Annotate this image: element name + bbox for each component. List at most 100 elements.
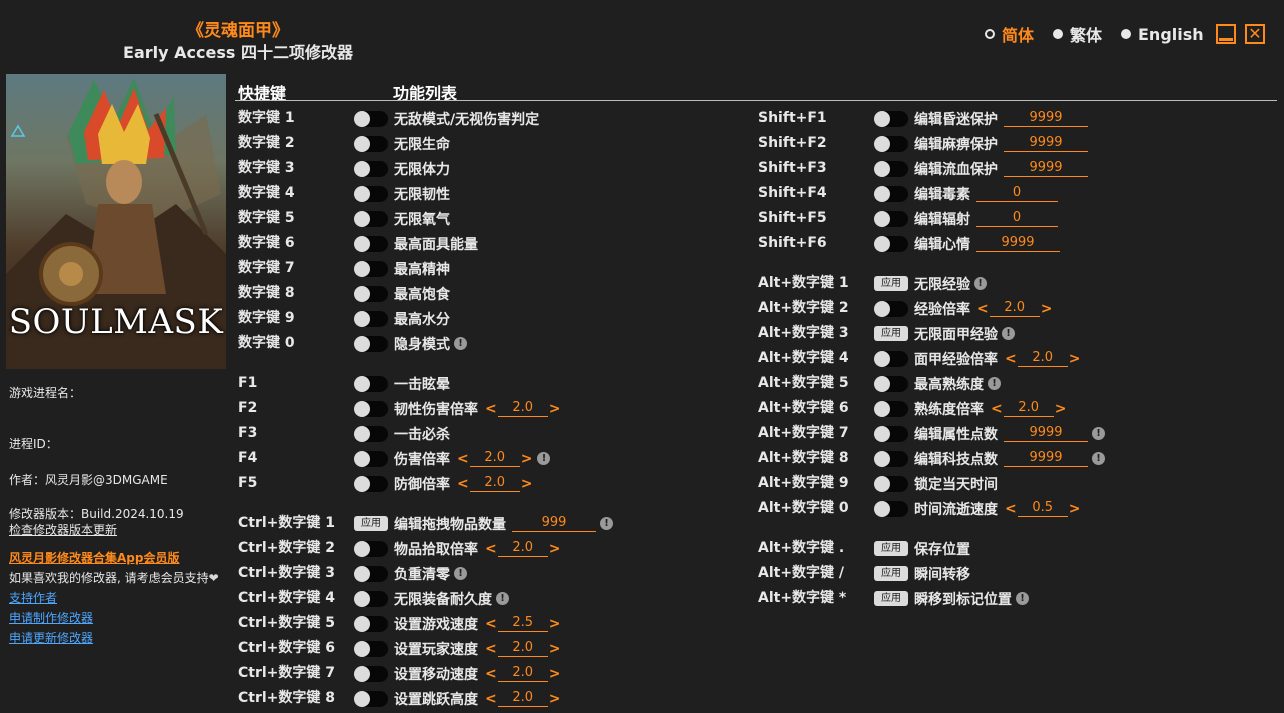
apply-button[interactable]: 应用 [874,326,908,341]
toggle-switch[interactable] [354,135,388,152]
increase-arrow-icon[interactable]: > [1068,351,1082,367]
toggle-switch[interactable] [354,375,388,392]
stepper-value[interactable]: 0.5 [1017,500,1068,517]
info-icon[interactable]: ! [454,337,467,350]
toggle-switch[interactable] [354,475,388,492]
apply-button[interactable]: 应用 [874,541,908,556]
value-input[interactable]: 999 [512,515,596,532]
value-input[interactable]: 0 [976,210,1058,227]
info-icon[interactable]: ! [600,517,613,530]
apply-button[interactable]: 应用 [874,276,908,291]
toggle-switch[interactable] [354,185,388,202]
toggle-switch[interactable] [354,640,388,657]
value-stepper[interactable]: <2.0 > [456,450,533,467]
decrease-arrow-icon[interactable]: < [990,401,1004,417]
toggle-switch[interactable] [354,590,388,607]
value-input[interactable]: 9999 [1004,425,1088,442]
minimize-icon[interactable] [1216,24,1236,44]
value-stepper[interactable]: <2.0 > [484,690,561,707]
increase-arrow-icon[interactable]: > [548,666,562,682]
info-icon[interactable]: ! [496,592,509,605]
info-icon[interactable]: ! [1016,592,1029,605]
stepper-value[interactable]: 2.0 [469,450,520,467]
toggle-switch[interactable] [874,210,908,227]
info-icon[interactable]: ! [974,277,987,290]
increase-arrow-icon[interactable]: > [1068,501,1082,517]
decrease-arrow-icon[interactable]: < [976,301,990,317]
toggle-switch[interactable] [354,110,388,127]
stepper-value[interactable]: 2.0 [497,540,548,557]
request-update-link[interactable]: 申请更新修改器 [9,629,93,646]
decrease-arrow-icon[interactable]: < [484,691,498,707]
value-stepper[interactable]: <2.0 > [976,300,1053,317]
value-stepper[interactable]: <2.0 > [484,400,561,417]
increase-arrow-icon[interactable]: > [548,616,562,632]
value-input[interactable]: 9999 [1004,450,1088,467]
stepper-value[interactable]: 2.0 [469,475,520,492]
decrease-arrow-icon[interactable]: < [456,476,470,492]
stepper-value[interactable]: 2.0 [989,300,1040,317]
toggle-switch[interactable] [354,260,388,277]
increase-arrow-icon[interactable]: > [548,641,562,657]
toggle-switch[interactable] [354,310,388,327]
request-trainer-link[interactable]: 申请制作修改器 [9,609,93,626]
value-stepper[interactable]: <2.0 > [456,475,533,492]
toggle-switch[interactable] [874,350,908,367]
toggle-switch[interactable] [874,400,908,417]
toggle-switch[interactable] [354,690,388,707]
value-input[interactable]: 9999 [1004,160,1088,177]
info-icon[interactable]: ! [988,377,1001,390]
support-author-link[interactable]: 支持作者 [9,589,57,606]
stepper-value[interactable]: 2.0 [497,665,548,682]
increase-arrow-icon[interactable]: > [548,541,562,557]
toggle-switch[interactable] [874,235,908,252]
info-icon[interactable]: ! [454,567,467,580]
apply-button[interactable]: 应用 [874,566,908,581]
lang-simplified[interactable]: 简体 [985,24,1034,45]
stepper-value[interactable]: 2.0 [497,640,548,657]
toggle-switch[interactable] [874,375,908,392]
toggle-switch[interactable] [354,160,388,177]
value-input[interactable]: 9999 [976,235,1060,252]
increase-arrow-icon[interactable]: > [548,691,562,707]
value-stepper[interactable]: <2.0 > [484,540,561,557]
increase-arrow-icon[interactable]: > [520,451,534,467]
increase-arrow-icon[interactable]: > [1054,401,1068,417]
toggle-switch[interactable] [354,235,388,252]
toggle-switch[interactable] [874,500,908,517]
decrease-arrow-icon[interactable]: < [456,451,470,467]
toggle-switch[interactable] [354,335,388,352]
toggle-switch[interactable] [874,425,908,442]
toggle-switch[interactable] [874,160,908,177]
decrease-arrow-icon[interactable]: < [484,641,498,657]
value-stepper[interactable]: <0.5 > [1004,500,1081,517]
toggle-switch[interactable] [354,425,388,442]
toggle-switch[interactable] [874,450,908,467]
toggle-switch[interactable] [874,185,908,202]
decrease-arrow-icon[interactable]: < [484,666,498,682]
lang-english[interactable]: English [1121,24,1204,44]
decrease-arrow-icon[interactable]: < [484,541,498,557]
toggle-switch[interactable] [354,565,388,582]
toggle-switch[interactable] [874,135,908,152]
stepper-value[interactable]: 2.0 [1017,350,1068,367]
lang-traditional[interactable]: 繁体 [1053,24,1102,45]
check-update-link[interactable]: 检查修改器版本更新 [9,521,117,538]
toggle-switch[interactable] [874,300,908,317]
toggle-switch[interactable] [354,450,388,467]
info-icon[interactable]: ! [1002,327,1015,340]
stepper-value[interactable]: 2.0 [497,690,548,707]
toggle-switch[interactable] [874,110,908,127]
toggle-switch[interactable] [354,615,388,632]
stepper-value[interactable]: 2.0 [497,400,548,417]
toggle-switch[interactable] [354,400,388,417]
info-icon[interactable]: ! [1092,427,1105,440]
vip-app-link[interactable]: 风灵月影修改器合集App会员版 [9,549,179,566]
toggle-switch[interactable] [354,665,388,682]
increase-arrow-icon[interactable]: > [1040,301,1054,317]
increase-arrow-icon[interactable]: > [548,401,562,417]
toggle-switch[interactable] [354,540,388,557]
toggle-switch[interactable] [874,475,908,492]
value-stepper[interactable]: <2.0 > [1004,350,1081,367]
value-input[interactable]: 9999 [1004,135,1088,152]
